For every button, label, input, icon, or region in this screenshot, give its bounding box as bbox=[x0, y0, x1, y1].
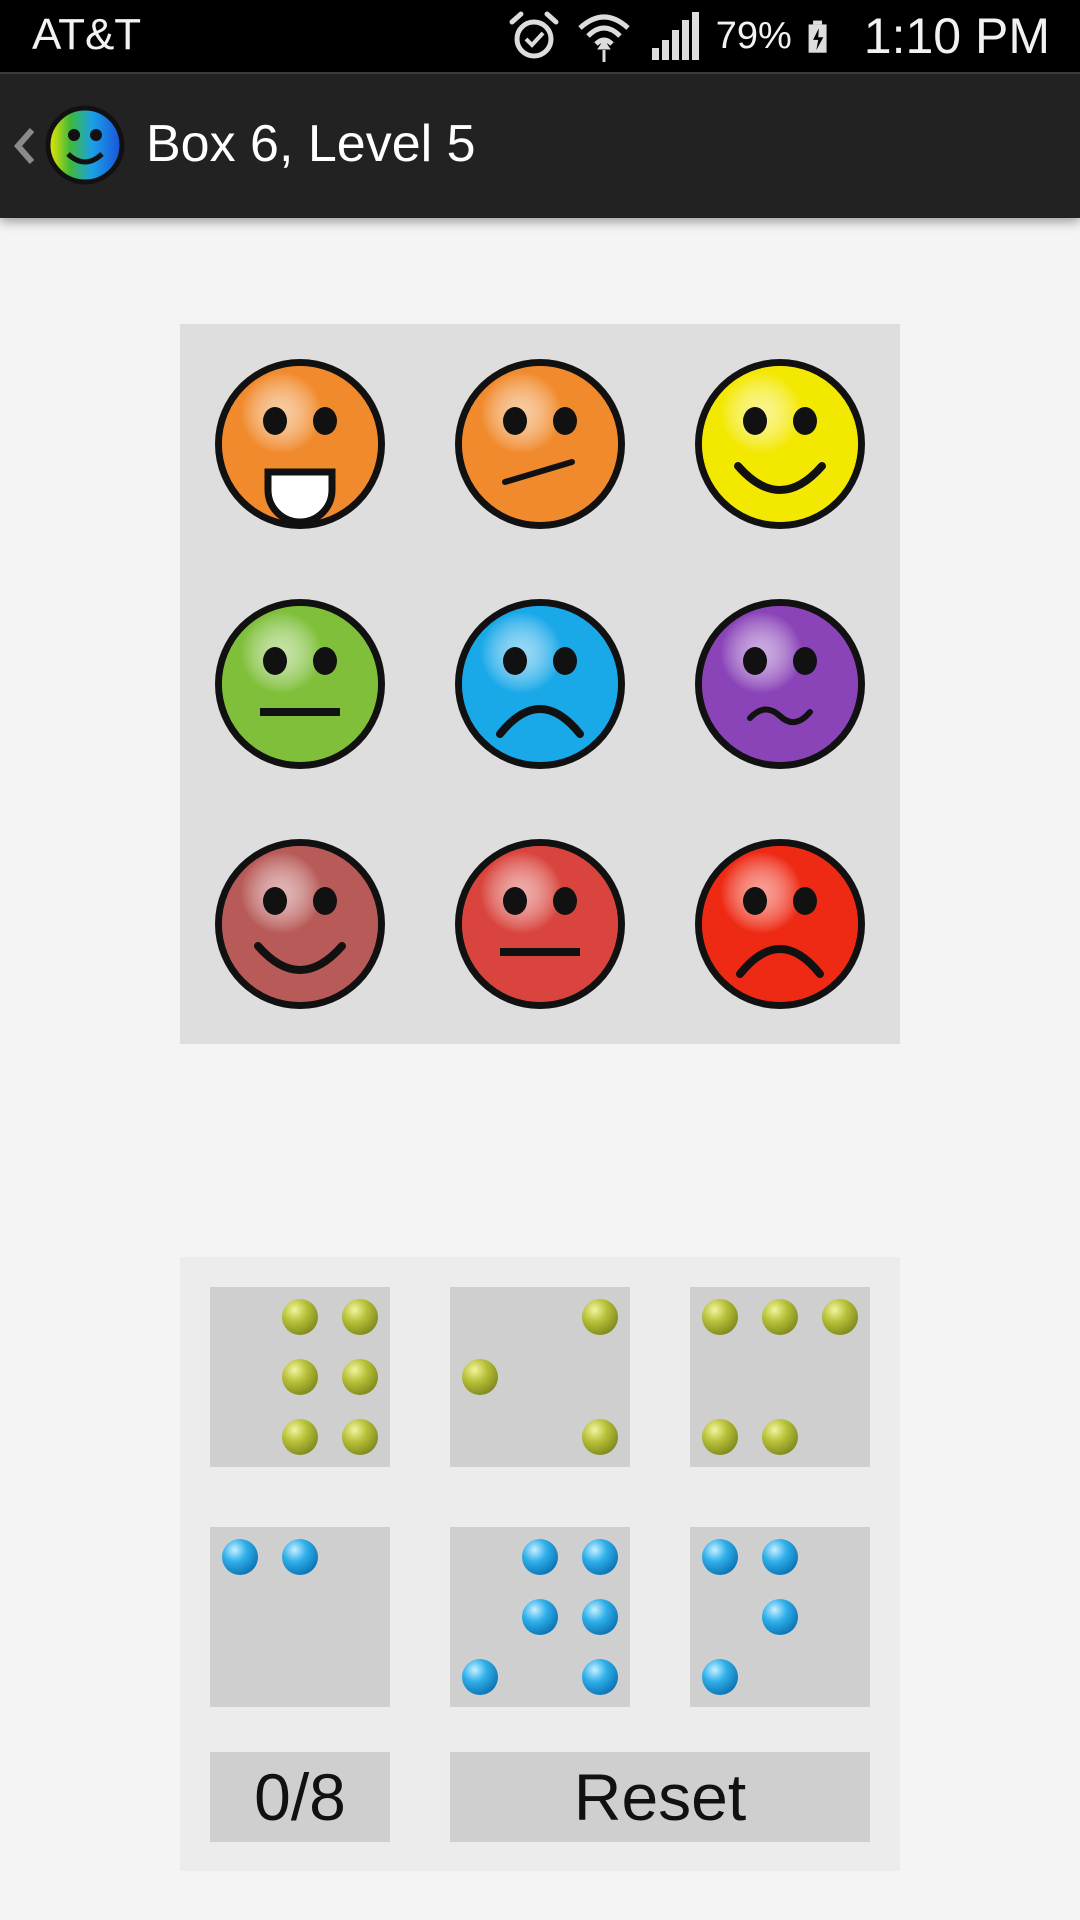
dot-icon bbox=[822, 1299, 858, 1335]
dot-icon bbox=[582, 1539, 618, 1575]
face-smile-icon[interactable] bbox=[210, 834, 390, 1014]
dot-icon bbox=[462, 1659, 498, 1695]
face-neutral-icon[interactable] bbox=[450, 834, 630, 1014]
dot-icon bbox=[342, 1299, 378, 1335]
dot-icon bbox=[582, 1419, 618, 1455]
dot-icon bbox=[282, 1419, 318, 1455]
dot-icon bbox=[522, 1539, 558, 1575]
dot-tile-3[interactable] bbox=[690, 1287, 870, 1467]
face-wavy-icon[interactable] bbox=[690, 594, 870, 774]
page-title: Box 6, Level 5 bbox=[146, 115, 476, 173]
dot-tile-6[interactable] bbox=[690, 1527, 870, 1707]
dot-icon bbox=[282, 1539, 318, 1575]
dot-icon bbox=[582, 1299, 618, 1335]
dot-icon bbox=[702, 1419, 738, 1455]
clock: 1:10 PM bbox=[863, 8, 1050, 64]
tile-panel: 0/8 Reset bbox=[180, 1257, 900, 1871]
face-board bbox=[180, 324, 900, 1044]
dot-icon bbox=[282, 1359, 318, 1395]
face-sad-icon[interactable] bbox=[450, 594, 630, 774]
dot-tile-1[interactable] bbox=[210, 1287, 390, 1467]
dot-icon bbox=[282, 1299, 318, 1335]
dot-icon bbox=[762, 1539, 798, 1575]
chevron-left-icon[interactable] bbox=[8, 122, 40, 170]
dot-icon bbox=[702, 1539, 738, 1575]
match-counter: 0/8 bbox=[210, 1752, 390, 1842]
dot-icon bbox=[762, 1599, 798, 1635]
rainbow-smiley-logo-icon[interactable] bbox=[44, 104, 126, 186]
dot-icon bbox=[702, 1299, 738, 1335]
carrier-label: AT&T bbox=[32, 10, 142, 59]
dot-icon bbox=[762, 1419, 798, 1455]
battery-charging-icon bbox=[808, 20, 827, 53]
dot-icon bbox=[582, 1659, 618, 1695]
signal-icon bbox=[651, 12, 699, 60]
wifi-icon bbox=[578, 14, 630, 62]
face-tongue-out-icon[interactable] bbox=[210, 354, 390, 534]
dot-tile-4[interactable] bbox=[210, 1527, 390, 1707]
dot-icon bbox=[342, 1419, 378, 1455]
dot-icon bbox=[222, 1539, 258, 1575]
dot-icon bbox=[462, 1359, 498, 1395]
status-icons: 79% 1:10 PM bbox=[506, 6, 1050, 66]
face-smile-icon[interactable] bbox=[690, 354, 870, 534]
face-neutral-icon[interactable] bbox=[210, 594, 390, 774]
face-skeptical-icon[interactable] bbox=[450, 354, 630, 534]
dot-icon bbox=[762, 1299, 798, 1335]
dot-icon bbox=[342, 1359, 378, 1395]
reset-button[interactable]: Reset bbox=[450, 1752, 870, 1842]
face-sad-icon[interactable] bbox=[690, 834, 870, 1014]
dot-icon bbox=[522, 1599, 558, 1635]
dot-icon bbox=[702, 1659, 738, 1695]
status-bar: AT&T 79% 1:10 PM bbox=[0, 0, 1080, 72]
dot-tile-5[interactable] bbox=[450, 1527, 630, 1707]
alarm-icon bbox=[509, 11, 559, 59]
battery-percent: 79% bbox=[715, 14, 792, 57]
dot-icon bbox=[582, 1599, 618, 1635]
action-bar: Box 6, Level 5 bbox=[0, 72, 1080, 218]
dot-tile-2[interactable] bbox=[450, 1287, 630, 1467]
